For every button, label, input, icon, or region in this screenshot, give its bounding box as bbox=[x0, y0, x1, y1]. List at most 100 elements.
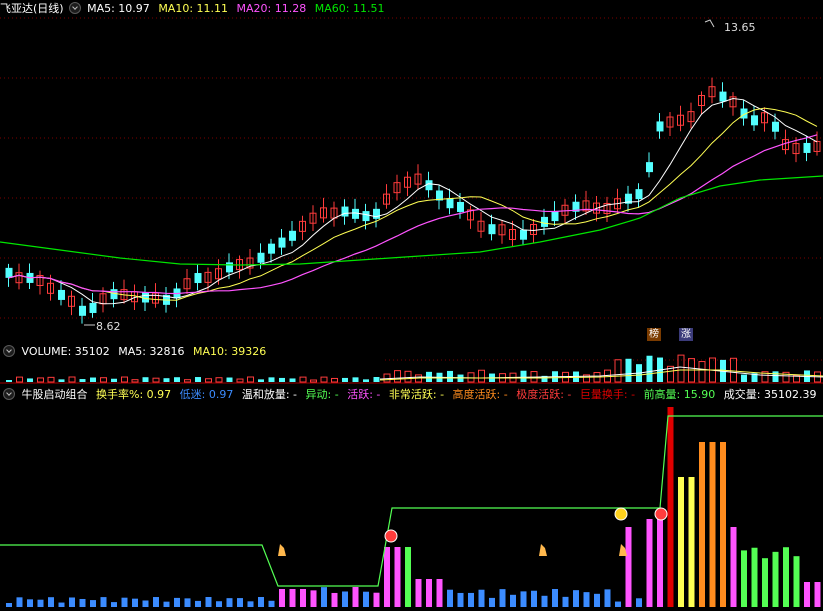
volume-bar bbox=[373, 377, 380, 382]
turnover-bar bbox=[667, 407, 674, 607]
volume-bar bbox=[447, 370, 453, 382]
turnover-bar bbox=[520, 591, 527, 607]
high-active-label: 高度活跃: - bbox=[452, 388, 508, 401]
indicator-chart[interactable] bbox=[0, 386, 823, 611]
chevron-down-icon[interactable] bbox=[3, 388, 15, 400]
candle-body bbox=[635, 189, 643, 200]
turnover-bar bbox=[615, 601, 621, 607]
candle-body bbox=[772, 121, 779, 132]
turnover-bar bbox=[573, 590, 579, 607]
volume-bar bbox=[299, 376, 307, 383]
turnover-bar bbox=[510, 594, 516, 607]
ma20-label: MA20: 11.28 bbox=[236, 2, 307, 15]
turnover-bar bbox=[258, 597, 264, 607]
turnover-bar bbox=[163, 601, 170, 607]
volume-bar bbox=[279, 377, 285, 382]
volume-bar bbox=[320, 376, 328, 383]
turnover-bar bbox=[552, 589, 558, 607]
zhang-tag[interactable]: 涨 bbox=[679, 328, 693, 341]
prev-high-vol-label: 前高量: 15.90 bbox=[643, 388, 716, 401]
volume-ma10-label: MA10: 39326 bbox=[192, 345, 267, 358]
volume-bar bbox=[478, 369, 485, 383]
turnover-bar bbox=[310, 590, 317, 607]
stock-title[interactable]: 飞亚达(日线) bbox=[0, 2, 64, 15]
volume-bar bbox=[16, 376, 23, 383]
turnover-bar bbox=[394, 547, 401, 607]
turnover-bar bbox=[384, 547, 390, 607]
ma5-line bbox=[8, 97, 818, 305]
mild-label: 温和放量: - bbox=[241, 388, 298, 401]
turnover-bar bbox=[751, 547, 758, 607]
turnover-bar bbox=[16, 597, 23, 607]
volume-bar bbox=[195, 377, 201, 382]
volume-bar bbox=[27, 378, 33, 382]
turnover-bar bbox=[300, 589, 306, 607]
hand-cursor-icon bbox=[539, 544, 547, 556]
volume-bar bbox=[698, 361, 706, 383]
turnover-bar bbox=[37, 599, 44, 607]
candle-body bbox=[719, 91, 727, 102]
volume-bar bbox=[741, 374, 747, 382]
turnover-bar bbox=[562, 596, 569, 607]
low-label: 低迷: 0.97 bbox=[179, 388, 234, 401]
ma5-label: MA5: 10.97 bbox=[87, 2, 150, 15]
turnover-bar bbox=[699, 442, 705, 607]
turnover-bar bbox=[132, 598, 138, 607]
turnover-bar bbox=[583, 592, 590, 607]
candle-body bbox=[446, 198, 454, 209]
hand-cursor-icon bbox=[278, 544, 286, 556]
turnover-bar bbox=[415, 579, 422, 607]
volume-bar bbox=[152, 377, 160, 383]
turnover-bar bbox=[772, 551, 779, 607]
high-price-label: 13.65 bbox=[724, 21, 756, 34]
chevron-down-icon[interactable] bbox=[68, 2, 81, 14]
volume-bar bbox=[289, 378, 296, 382]
turnover-bar bbox=[814, 582, 821, 607]
turnover-bar bbox=[226, 598, 233, 607]
candle-body bbox=[488, 224, 496, 235]
turnover-bar bbox=[90, 600, 96, 607]
turnover-bar bbox=[6, 603, 12, 607]
candle-body bbox=[341, 206, 349, 217]
ma60-label: MA60: 11.51 bbox=[314, 2, 385, 15]
volume-bar bbox=[6, 380, 12, 382]
bang-tag[interactable]: 榜 bbox=[647, 328, 661, 341]
indicator-legend: 牛股启动组合 换手率%: 0.97 低迷: 0.97 温和放量: - 异动: -… bbox=[0, 386, 823, 404]
indicator-name[interactable]: 牛股启动组合 bbox=[22, 388, 88, 401]
volume-bar bbox=[111, 378, 117, 382]
turnover-bar bbox=[531, 590, 537, 607]
turnover-bar bbox=[153, 597, 159, 607]
turnover-bar bbox=[205, 597, 212, 607]
ma10-line bbox=[8, 107, 818, 301]
turnover-bar bbox=[121, 597, 128, 607]
volume-bar bbox=[625, 358, 632, 382]
indicator-volume-label: 成交量: 35102.39 bbox=[723, 388, 817, 401]
turnover-bar bbox=[79, 598, 86, 607]
candle-body bbox=[751, 115, 758, 126]
chevron-down-icon[interactable] bbox=[3, 345, 15, 357]
turnover-bar bbox=[69, 597, 75, 607]
volume-bar bbox=[258, 379, 264, 382]
turnover-bar bbox=[678, 477, 684, 607]
turnover-bar bbox=[184, 598, 191, 607]
volume-bar bbox=[331, 377, 338, 383]
candle-body bbox=[520, 229, 527, 240]
turnover-bar bbox=[594, 593, 600, 607]
candle-body bbox=[457, 201, 464, 212]
volume-bar bbox=[268, 377, 275, 382]
turnover-bar bbox=[27, 599, 33, 607]
volume-legend: VOLUME: 35102 MA5: 32816 MA10: 39326 bbox=[0, 343, 823, 361]
turnover-bar bbox=[804, 582, 810, 607]
turnover-bar bbox=[216, 601, 222, 607]
candle-body bbox=[289, 230, 296, 241]
main-chart-legend: 飞亚达(日线) MA5: 10.97 MA10: 11.11 MA20: 11.… bbox=[0, 0, 823, 18]
turnover-bar bbox=[48, 597, 54, 607]
turnover-bar bbox=[58, 602, 65, 607]
signal-icon bbox=[384, 529, 398, 543]
volume-bar bbox=[404, 370, 412, 383]
volume-bar bbox=[520, 370, 527, 382]
price-chart[interactable]: 13.65 8.62 bbox=[0, 0, 823, 340]
low-price-label: 8.62 bbox=[96, 320, 121, 333]
turnover-bar bbox=[268, 600, 275, 607]
turnover-bar bbox=[321, 587, 327, 607]
